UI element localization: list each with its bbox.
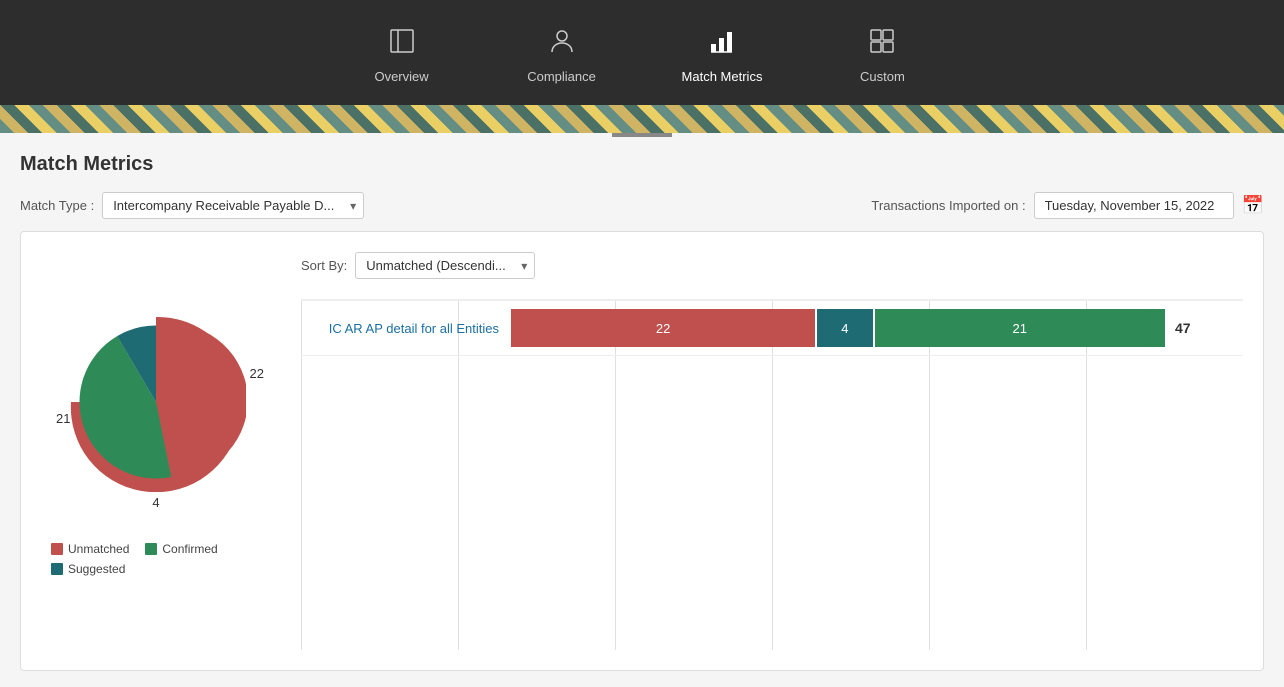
sort-by-label: Sort By:: [301, 258, 347, 273]
nav-item-match-metrics[interactable]: Match Metrics: [682, 26, 763, 84]
legend-label-unmatched: Unmatched: [68, 542, 129, 556]
match-metrics-label: Match Metrics: [682, 69, 763, 84]
legend-dot-unmatched: [51, 543, 63, 555]
date-input[interactable]: [1034, 192, 1234, 219]
bar-confirmed: 21: [875, 309, 1165, 347]
legend-dot-suggested: [51, 563, 63, 575]
pie-chart: 21 22 4: [66, 312, 246, 492]
compliance-label: Compliance: [527, 69, 596, 84]
match-type-select[interactable]: Intercompany Receivable Payable D...: [102, 192, 364, 219]
overview-label: Overview: [374, 69, 428, 84]
sort-dropdown-wrapper: Unmatched (Descendi...: [355, 252, 535, 279]
legend-item-confirmed: Confirmed: [145, 542, 217, 556]
row-bars: 22 4 21 47: [511, 309, 1243, 347]
nav-item-compliance[interactable]: Compliance: [522, 26, 602, 84]
nav-item-overview[interactable]: Overview: [362, 26, 442, 84]
legend-dot-confirmed: [145, 543, 157, 555]
nav-item-custom[interactable]: Custom: [842, 26, 922, 84]
bar-chart-section: Sort By: Unmatched (Descendi...: [291, 232, 1263, 670]
transactions-group: Transactions Imported on : 📅: [871, 192, 1264, 219]
sort-row: Sort By: Unmatched (Descendi...: [301, 252, 1243, 279]
main-chart-area: 21 22 4 Unmatched Confirmed Suggested: [20, 231, 1264, 671]
pie-chart-section: 21 22 4 Unmatched Confirmed Suggested: [21, 232, 291, 670]
legend-item-unmatched: Unmatched: [51, 542, 129, 556]
match-type-dropdown-wrapper: Intercompany Receivable Payable D...: [102, 192, 364, 219]
legend-label-confirmed: Confirmed: [162, 542, 217, 556]
pie-label-confirmed: 21: [56, 411, 70, 426]
match-metrics-icon: [707, 26, 737, 61]
custom-label: Custom: [860, 69, 905, 84]
table-row: IC AR AP detail for all Entities 22 4: [301, 300, 1243, 356]
page-title: Match Metrics: [20, 153, 1264, 176]
pie-label-unmatched: 22: [250, 366, 264, 381]
top-navigation: Overview Compliance Match Metrics: [0, 0, 1284, 105]
bar-unmatched: 22: [511, 309, 815, 347]
calendar-icon[interactable]: 📅: [1242, 195, 1264, 216]
legend-item-suggested: Suggested: [51, 562, 125, 576]
pie-label-suggested: 4: [152, 495, 159, 510]
custom-icon: [867, 26, 897, 61]
sort-select[interactable]: Unmatched (Descendi...: [355, 252, 535, 279]
bar-total: 47: [1175, 320, 1200, 336]
bar-suggested: 4: [817, 309, 872, 347]
chart-legend: Unmatched Confirmed Suggested: [41, 542, 271, 576]
legend-label-suggested: Suggested: [68, 562, 125, 576]
page-content: Match Metrics Match Type : Intercompany …: [0, 137, 1284, 687]
match-type-label: Match Type :: [20, 198, 94, 213]
controls-row: Match Type : Intercompany Receivable Pay…: [20, 192, 1264, 219]
transactions-label: Transactions Imported on :: [871, 198, 1025, 213]
compliance-icon: [547, 26, 577, 61]
decorative-banner: [0, 105, 1284, 133]
row-label: IC AR AP detail for all Entities: [301, 321, 511, 336]
overview-icon: [387, 26, 417, 61]
match-type-group: Match Type : Intercompany Receivable Pay…: [20, 192, 364, 219]
chart-grid-area: IC AR AP detail for all Entities 22 4: [301, 299, 1243, 650]
